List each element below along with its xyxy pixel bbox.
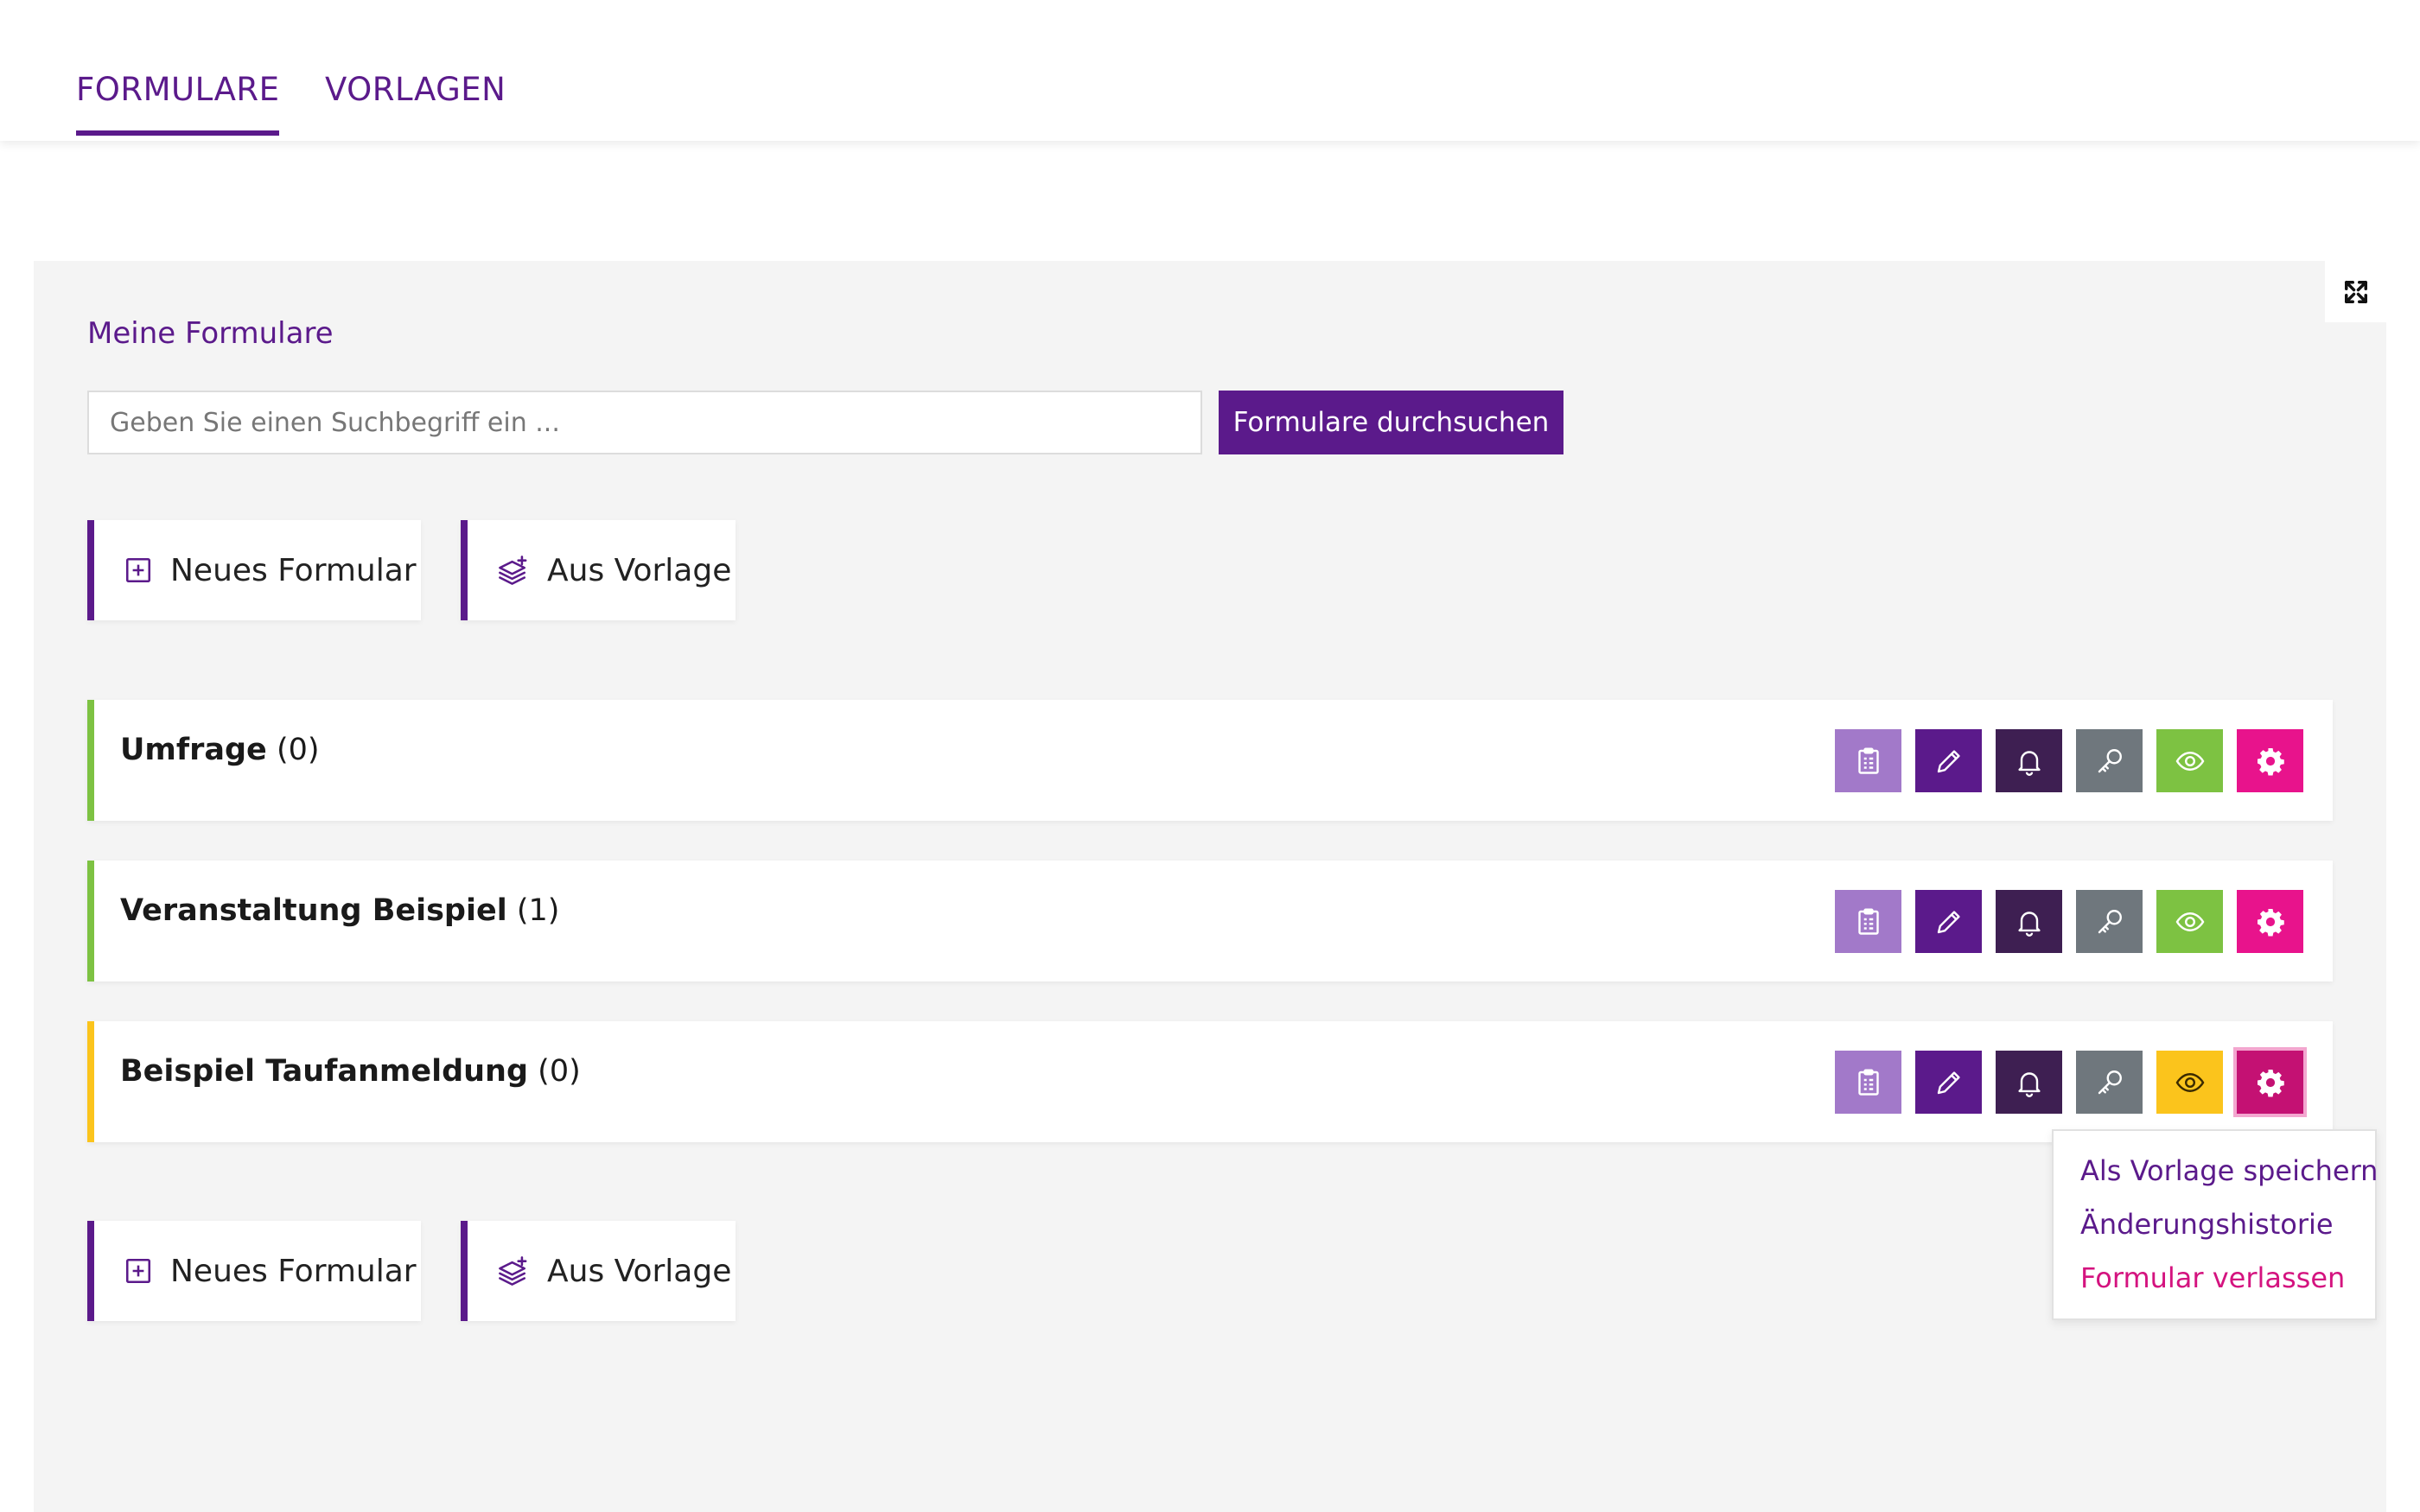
layers-plus-icon — [497, 556, 530, 585]
new-form-button[interactable]: Neues Formular — [87, 520, 421, 620]
form-row[interactable]: Veranstaltung Beispiel (1) — [87, 861, 2333, 982]
eye-icon — [2175, 1072, 2204, 1092]
search-button[interactable]: Formulare durchsuchen — [1219, 391, 1563, 454]
edit-button[interactable] — [1915, 890, 1982, 953]
status-bar — [87, 700, 94, 821]
entries-button[interactable] — [1835, 890, 1901, 953]
clipboard-icon — [1857, 1069, 1879, 1096]
save-as-template-item[interactable]: Als Vorlage speichern — [2080, 1154, 2378, 1187]
new-form-button[interactable]: Neues Formular — [87, 1221, 421, 1321]
visibility-button[interactable] — [2156, 729, 2223, 792]
plus-square-icon — [124, 556, 153, 585]
status-bar — [87, 1021, 94, 1142]
layers-plus-icon — [497, 1256, 530, 1286]
from-template-button[interactable]: Aus Vorlage — [461, 520, 736, 620]
eye-icon — [2175, 751, 2204, 771]
top-navigation: FORMULARE VORLAGEN — [0, 0, 2420, 141]
settings-button[interactable] — [2237, 729, 2303, 792]
eye-icon — [2175, 912, 2204, 931]
from-template-button[interactable]: Aus Vorlage — [461, 1221, 736, 1321]
settings-button[interactable] — [2237, 890, 2303, 953]
form-title[interactable]: Veranstaltung Beispiel (1) — [120, 893, 559, 928]
entries-button[interactable] — [1835, 729, 1901, 792]
form-title[interactable]: Beispiel Taufanmeldung (0) — [120, 1054, 581, 1089]
permissions-button[interactable] — [2076, 729, 2143, 792]
form-row[interactable]: Umfrage (0) — [87, 700, 2333, 821]
key-icon — [2098, 1070, 2122, 1094]
section-title: Meine Formulare — [87, 316, 334, 351]
visibility-button[interactable] — [2156, 1051, 2223, 1114]
gear-icon — [2257, 908, 2284, 936]
pencil-icon — [1937, 1070, 1960, 1094]
key-icon — [2098, 909, 2122, 933]
bell-icon — [2017, 750, 2041, 776]
plus-square-icon — [124, 1256, 153, 1286]
status-bar — [87, 861, 94, 982]
permissions-button[interactable] — [2076, 1051, 2143, 1114]
clipboard-icon — [1857, 908, 1879, 935]
settings-dropdown: Als Vorlage speichern Änderungshistorie … — [2052, 1129, 2378, 1320]
settings-button[interactable] — [2237, 1051, 2303, 1114]
gear-icon — [2257, 747, 2284, 775]
entries-button[interactable] — [1835, 1051, 1901, 1114]
search-input[interactable] — [87, 391, 1202, 454]
notifications-button[interactable] — [1996, 890, 2062, 953]
form-title[interactable]: Umfrage (0) — [120, 733, 320, 767]
key-icon — [2098, 748, 2122, 772]
tab-vorlagen[interactable]: VORLAGEN — [325, 71, 506, 108]
edit-button[interactable] — [1915, 729, 1982, 792]
pencil-icon — [1937, 910, 1960, 933]
gear-icon — [2257, 1069, 2284, 1096]
change-history-item[interactable]: Änderungshistorie — [2080, 1208, 2334, 1241]
visibility-button[interactable] — [2156, 890, 2223, 953]
notifications-button[interactable] — [1996, 729, 2062, 792]
form-row[interactable]: Beispiel Taufanmeldung (0) — [87, 1021, 2333, 1142]
bell-icon — [2017, 1071, 2041, 1097]
notifications-button[interactable] — [1996, 1051, 2062, 1114]
leave-form-item[interactable]: Formular verlassen — [2080, 1261, 2345, 1294]
clipboard-icon — [1857, 747, 1879, 774]
tab-formulare[interactable]: FORMULARE — [76, 71, 280, 136]
expand-icon — [2344, 280, 2367, 303]
fullscreen-button[interactable] — [2325, 261, 2386, 322]
pencil-icon — [1937, 749, 1960, 772]
edit-button[interactable] — [1915, 1051, 1982, 1114]
permissions-button[interactable] — [2076, 890, 2143, 953]
bell-icon — [2017, 911, 2041, 937]
